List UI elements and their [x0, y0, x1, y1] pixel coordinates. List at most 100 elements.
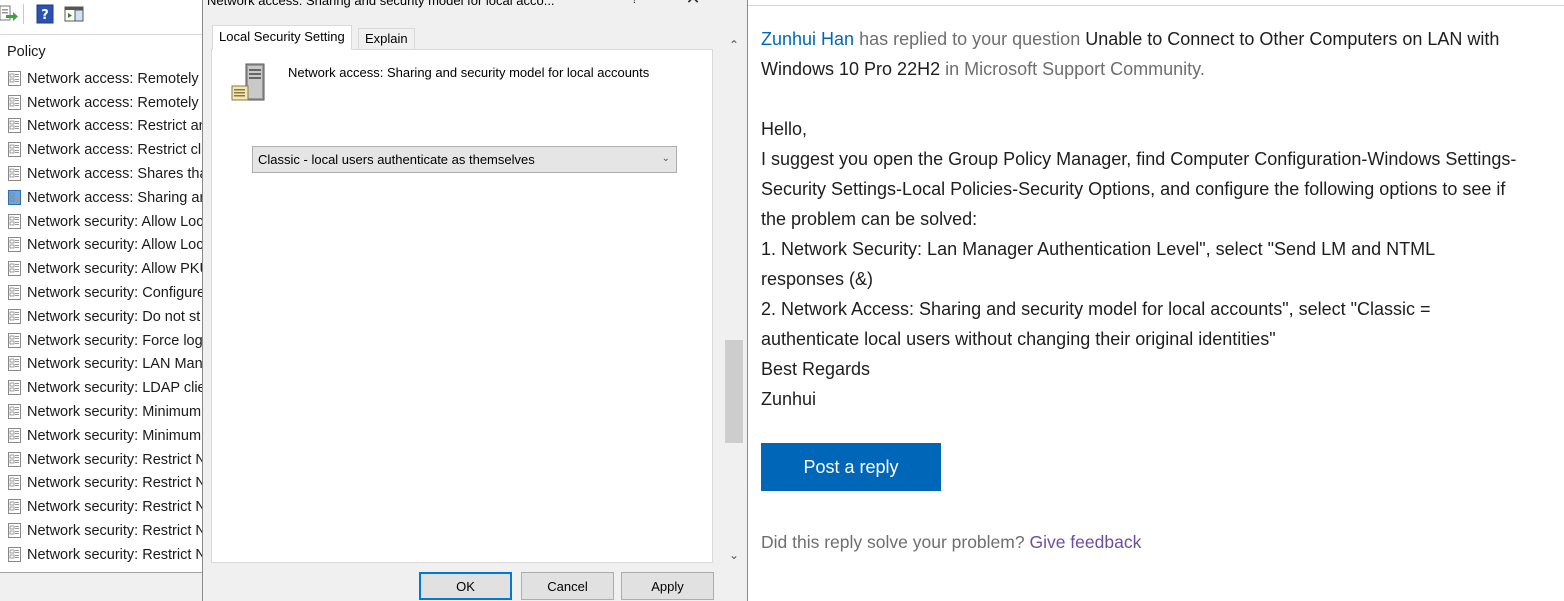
- policy-row[interactable]: Network security: Allow Loc: [0, 210, 210, 234]
- reply-paragraph: 1. Network Security: Lan Manager Authent…: [761, 239, 1435, 289]
- close-icon[interactable]: ✕: [683, 0, 703, 9]
- policy-row[interactable]: Network security: Configure: [0, 281, 210, 305]
- policy-row[interactable]: Network security: Restrict N: [0, 472, 210, 496]
- policy-row[interactable]: Network access: Remotely a: [0, 67, 210, 91]
- policy-name: Network access: Restrict clie: [27, 142, 210, 159]
- dialog-title: Network access: Sharing and security mod…: [207, 0, 555, 8]
- policy-row[interactable]: Network security: Force log: [0, 329, 210, 353]
- policy-setting-icon: [7, 261, 23, 277]
- policy-row[interactable]: Network security: Restrict N: [0, 448, 210, 472]
- policy-row[interactable]: Network security: Minimum: [0, 424, 210, 448]
- policy-row[interactable]: Network security: Restrict N: [0, 543, 210, 567]
- cancel-button[interactable]: Cancel: [521, 572, 614, 600]
- tab-explain[interactable]: Explain: [358, 28, 415, 50]
- policy-row[interactable]: Network security: Restrict N: [0, 495, 210, 519]
- server-policy-icon: [230, 62, 270, 104]
- reply-paragraph: Hello,: [761, 119, 808, 139]
- policy-row[interactable]: Network access: Sharing an: [0, 186, 210, 210]
- feedback-question: Did this reply solve your problem?: [761, 532, 1030, 552]
- reply-paragraph: Zunhui: [761, 389, 817, 409]
- policy-name: Network security: Minimum: [27, 427, 202, 444]
- show-hide-action-pane-icon[interactable]: [64, 4, 84, 24]
- help-icon[interactable]: ?: [631, 0, 638, 6]
- scroll-down-icon[interactable]: ⌄: [723, 545, 745, 565]
- header-divider: [0, 34, 210, 35]
- policy-name-label: Network access: Sharing and security mod…: [288, 65, 650, 80]
- policy-row[interactable]: Network security: Allow PKU: [0, 257, 210, 281]
- policy-setting-icon: [7, 285, 23, 301]
- policy-setting-icon: [7, 475, 23, 491]
- policy-column-header[interactable]: Policy: [7, 44, 46, 60]
- policy-name: Network security: Configure: [27, 285, 206, 302]
- policy-setting-icon: [7, 356, 23, 372]
- policy-name: Network security: LAN Man: [27, 356, 203, 373]
- policy-name: Network security: Force log: [27, 332, 203, 349]
- toolbar-separator: [23, 4, 24, 24]
- vertical-scrollbar[interactable]: ⌃ ⌄: [723, 35, 745, 569]
- policy-name: Network security: Allow Loc: [27, 213, 204, 230]
- reply-body: Hello, I suggest you open the Group Polic…: [761, 114, 1521, 414]
- notice-text: has replied to your question: [854, 29, 1086, 49]
- reply-paragraph: I suggest you open the Group Policy Mana…: [761, 149, 1517, 229]
- help-icon[interactable]: ?: [36, 4, 56, 24]
- feedback-prompt: Did this reply solve your problem? Give …: [761, 532, 1141, 553]
- policy-properties-dialog: Network access: Sharing and security mod…: [202, 0, 748, 601]
- policy-row[interactable]: Network security: Do not st: [0, 305, 210, 329]
- policy-row[interactable]: Network access: Restrict anc: [0, 115, 210, 139]
- give-feedback-link[interactable]: Give feedback: [1029, 532, 1141, 552]
- policy-row[interactable]: Network access: Shares that: [0, 162, 210, 186]
- scrollbar-thumb[interactable]: [725, 340, 743, 443]
- policy-name: Network security: Restrict N: [27, 499, 206, 516]
- local-security-policy-pane: ? Policy Network access: Remotely a Netwo…: [0, 0, 210, 601]
- export-list-icon[interactable]: [0, 4, 20, 24]
- policy-row[interactable]: Network security: LAN Man: [0, 353, 210, 377]
- post-reply-button[interactable]: Post a reply: [761, 443, 941, 491]
- policy-name: Network access: Remotely a: [27, 70, 210, 87]
- policy-setting-icon: [7, 70, 23, 87]
- replier-name-link[interactable]: Zunhui Han: [761, 29, 854, 49]
- svg-text:?: ?: [41, 8, 49, 23]
- policy-name: Network security: Do not st: [27, 308, 201, 325]
- apply-button[interactable]: Apply: [621, 572, 714, 600]
- policy-setting-icon: [7, 523, 23, 539]
- local-security-setting-panel: Network access: Sharing and security mod…: [211, 49, 713, 563]
- ok-button[interactable]: OK: [419, 572, 512, 600]
- scroll-up-icon[interactable]: ⌃: [723, 35, 745, 55]
- policy-name: Network access: Sharing an: [27, 189, 208, 206]
- policy-setting-icon: [7, 237, 23, 253]
- policy-row[interactable]: Network security: Restrict N: [0, 519, 210, 543]
- policy-setting-icon: [7, 546, 23, 563]
- policy-name: Network security: Allow Loc: [27, 237, 204, 254]
- policy-setting-icon: [7, 118, 23, 134]
- policy-row[interactable]: Network security: LDAP clie: [0, 376, 210, 400]
- policy-name: Network access: Shares that: [27, 166, 210, 183]
- policy-name: Network security: Restrict N: [27, 475, 206, 492]
- policy-row[interactable]: Network security: Allow Loc: [0, 234, 210, 258]
- policy-name: Network security: Minimum: [27, 404, 202, 421]
- tab-local-security-setting[interactable]: Local Security Setting: [212, 25, 352, 50]
- policy-row[interactable]: Network access: Remotely a: [0, 91, 210, 115]
- policy-setting-icon: [7, 380, 23, 396]
- community-reply-page: Zunhui Han has replied to your question …: [748, 0, 1564, 601]
- status-bar: [0, 573, 210, 601]
- policy-setting-icon: [7, 94, 23, 111]
- policy-setting-icon: [7, 451, 23, 468]
- policy-row[interactable]: Network access: Restrict clie: [0, 138, 210, 162]
- security-model-dropdown[interactable]: Classic - local users authenticate as th…: [252, 146, 677, 173]
- policy-setting-icon: [7, 213, 23, 230]
- policy-row[interactable]: Network security: Minimum: [0, 400, 210, 424]
- dropdown-selected-value: Classic - local users authenticate as th…: [258, 152, 535, 167]
- policy-name: Network security: Allow PKU: [27, 261, 210, 278]
- community-text: in Microsoft Support Community.: [940, 59, 1205, 79]
- reply-paragraph: Best Regards: [761, 359, 871, 379]
- policy-setting-icon: [7, 308, 23, 325]
- policy-setting-icon: [7, 189, 23, 206]
- policy-name: Network security: Restrict N: [27, 523, 206, 540]
- policy-name: Network access: Restrict anc: [27, 118, 210, 135]
- policy-name: Network security: Restrict N: [27, 451, 206, 468]
- top-divider: [748, 5, 1564, 6]
- policy-setting-icon: [7, 332, 23, 349]
- reply-paragraph: 2. Network Access: Sharing and security …: [761, 299, 1431, 349]
- mmc-toolbar: ?: [0, 0, 210, 32]
- chevron-down-icon: ⌄: [661, 153, 670, 164]
